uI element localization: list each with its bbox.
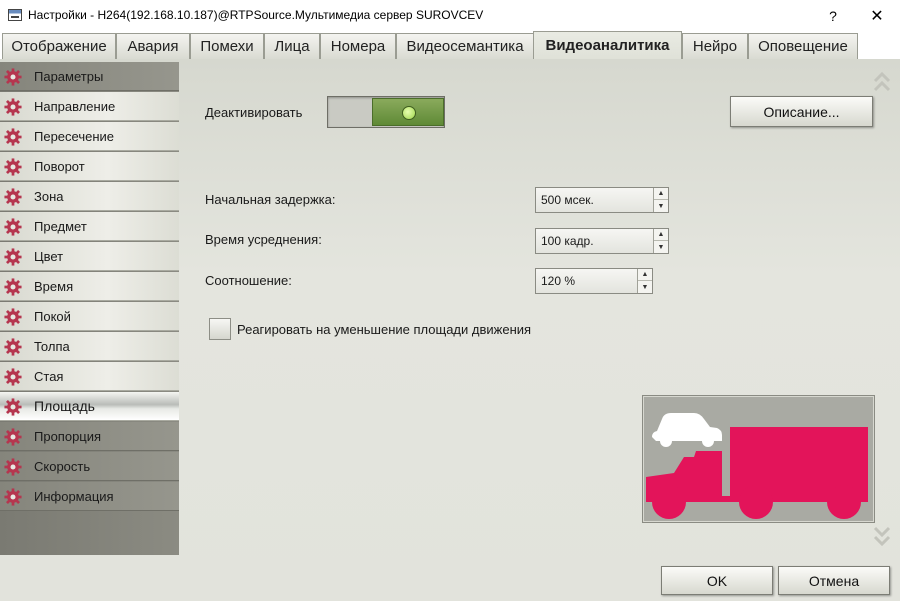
- gear-icon: [4, 368, 22, 386]
- sidebar-item-label: Предмет: [34, 218, 87, 234]
- sidebar-item-label: Скорость: [34, 458, 91, 474]
- sidebar-item-crossing[interactable]: Пересечение: [0, 122, 179, 151]
- gear-icon: [4, 188, 22, 206]
- cancel-button[interactable]: Отмена: [778, 566, 890, 595]
- react-area-decrease-label: Реагировать на уменьшение площади движен…: [237, 322, 532, 337]
- sidebar-item-zone[interactable]: Зона: [0, 182, 179, 211]
- title-bar: Настройки - H264(192.168.10.187)@RTPSour…: [0, 0, 900, 31]
- double-chevron-down-icon[interactable]: [872, 524, 892, 548]
- sidebar-item-label: Зона: [34, 188, 64, 204]
- sidebar-item-parameters[interactable]: Параметры: [0, 62, 179, 91]
- tab-plates[interactable]: Номера: [320, 33, 396, 59]
- sidebar-item-label: Поворот: [34, 158, 85, 174]
- sidebar-item-object[interactable]: Предмет: [0, 212, 179, 241]
- gear-icon: [4, 128, 22, 146]
- gear-icon: [4, 428, 22, 446]
- sidebar-item-label: Информация: [34, 488, 114, 504]
- sidebar-item-flock[interactable]: Стая: [0, 362, 179, 391]
- deactivate-label: Деактивировать: [205, 105, 303, 120]
- gear-icon: [4, 458, 22, 476]
- sidebar-item-speed[interactable]: Скорость: [0, 452, 179, 481]
- initial-delay-label: Начальная задержка:: [205, 192, 336, 207]
- spin-down-icon[interactable]: ▼: [654, 241, 668, 253]
- sidebar-item-area[interactable]: Площадь: [0, 392, 179, 421]
- app-window-icon: [8, 9, 22, 21]
- gear-icon: [4, 98, 22, 116]
- initial-delay-value[interactable]: 500 мсек.: [536, 188, 654, 212]
- tab-bar: Отображение Авария Помехи Лица Номера Ви…: [0, 31, 900, 59]
- sidebar-item-time[interactable]: Время: [0, 272, 179, 301]
- tab-video-analytics[interactable]: Видеоаналитика: [533, 31, 682, 59]
- car-truck-illustration: [642, 395, 875, 523]
- ratio-stepper[interactable]: 120 % ▲ ▼: [535, 268, 653, 294]
- gear-icon: [4, 488, 22, 506]
- sidebar-item-label: Покой: [34, 308, 71, 324]
- tab-display[interactable]: Отображение: [2, 33, 116, 59]
- sidebar-item-label: Толпа: [34, 338, 70, 354]
- double-chevron-up-icon[interactable]: [872, 70, 892, 94]
- gear-icon: [4, 338, 22, 356]
- sidebar-item-label: Пропорция: [34, 428, 102, 444]
- sidebar-item-label: Направление: [34, 98, 116, 114]
- tab-video-semantics[interactable]: Видеосемантика: [396, 33, 534, 59]
- sidebar-item-label: Пересечение: [34, 128, 115, 144]
- sidebar-item-information[interactable]: Информация: [0, 482, 179, 511]
- sidebar-item-color[interactable]: Цвет: [0, 242, 179, 271]
- gear-icon: [4, 218, 22, 236]
- sidebar-item-label: Время: [34, 278, 74, 294]
- tab-notification[interactable]: Оповещение: [748, 33, 858, 59]
- gear-icon: [4, 68, 22, 86]
- ok-button[interactable]: OK: [661, 566, 773, 595]
- sidebar-item-turn[interactable]: Поворот: [0, 152, 179, 181]
- help-button[interactable]: ?: [810, 0, 856, 31]
- sidebar-item-label: Цвет: [34, 248, 64, 264]
- close-button[interactable]: ✕: [854, 0, 900, 31]
- tab-faces[interactable]: Лица: [264, 33, 320, 59]
- initial-delay-stepper[interactable]: 500 мсек. ▲ ▼: [535, 187, 669, 213]
- spin-up-icon[interactable]: ▲: [638, 269, 652, 281]
- ratio-value[interactable]: 120 %: [536, 269, 638, 293]
- tab-neuro[interactable]: Нейро: [682, 33, 748, 59]
- description-button[interactable]: Описание...: [730, 96, 873, 127]
- window-title: Настройки - H264(192.168.10.187)@RTPSour…: [28, 8, 484, 22]
- sidebar: Параметры Направление Пересечение Поворо…: [0, 62, 179, 555]
- tab-interference[interactable]: Помехи: [190, 33, 264, 59]
- spin-down-icon[interactable]: ▼: [638, 281, 652, 293]
- sidebar-item-label: Параметры: [34, 68, 104, 84]
- spin-up-icon[interactable]: ▲: [654, 229, 668, 241]
- car-icon: [652, 413, 722, 447]
- sidebar-item-label: Стая: [34, 368, 64, 384]
- gear-icon: [4, 248, 22, 266]
- sidebar-item-crowd[interactable]: Толпа: [0, 332, 179, 361]
- sidebar-item-direction[interactable]: Направление: [0, 92, 179, 121]
- spin-down-icon[interactable]: ▼: [654, 200, 668, 212]
- gear-icon: [4, 278, 22, 296]
- gear-icon: [4, 398, 22, 416]
- toggle-indicator-icon: [402, 106, 416, 120]
- gear-icon: [4, 158, 22, 176]
- react-area-decrease-checkbox[interactable]: [209, 318, 231, 340]
- gear-icon: [4, 308, 22, 326]
- sidebar-item-proportion[interactable]: Пропорция: [0, 422, 179, 451]
- deactivate-toggle[interactable]: [327, 96, 445, 128]
- sidebar-item-rest[interactable]: Покой: [0, 302, 179, 331]
- averaging-time-stepper[interactable]: 100 кадр. ▲ ▼: [535, 228, 669, 254]
- averaging-time-spin-buttons: ▲ ▼: [653, 229, 668, 253]
- averaging-time-label: Время усреднения:: [205, 232, 322, 247]
- ratio-label: Соотношение:: [205, 273, 292, 288]
- sidebar-item-label: Площадь: [34, 398, 95, 414]
- ratio-spin-buttons: ▲ ▼: [637, 269, 652, 293]
- initial-delay-spin-buttons: ▲ ▼: [653, 188, 668, 212]
- tab-alarm[interactable]: Авария: [116, 33, 190, 59]
- averaging-time-value[interactable]: 100 кадр.: [536, 229, 654, 253]
- spin-up-icon[interactable]: ▲: [654, 188, 668, 200]
- toggle-on-segment: [372, 98, 444, 126]
